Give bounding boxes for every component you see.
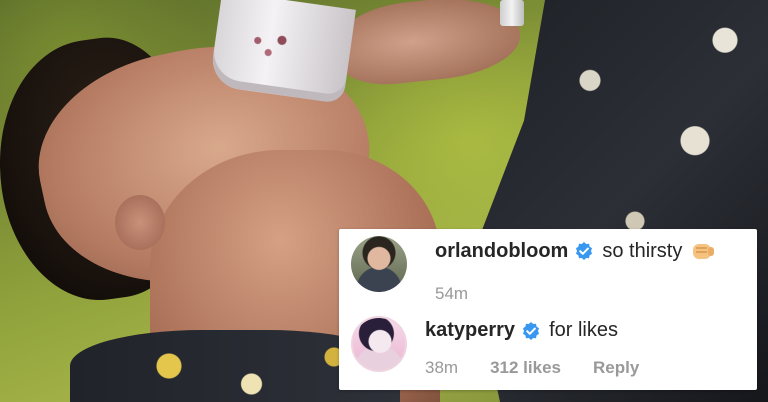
cup-stain — [242, 24, 308, 68]
verified-badge-icon — [523, 321, 540, 340]
comment-text: for likes — [549, 319, 618, 341]
comment-time: 54m — [435, 284, 469, 303]
avatar[interactable] — [351, 236, 407, 292]
reply-button[interactable]: Reply — [593, 358, 639, 378]
photo-hand — [336, 0, 524, 90]
username[interactable]: katyperry — [425, 319, 515, 342]
comment-meta: 38m 312 likes Reply — [425, 358, 639, 378]
username[interactable]: orlandobloom — [435, 240, 568, 263]
comment-orlandobloom: orlandobloom so thirsty 54m — [339, 229, 757, 309]
comment-text-line: katyperry for likes — [425, 319, 618, 342]
fist-bump-icon — [693, 244, 715, 259]
likes-count[interactable]: 312 likes — [490, 358, 561, 378]
photo-watch — [500, 0, 524, 26]
photo-ear — [115, 195, 165, 250]
comment-katyperry: katyperry for likes 38m 312 likes Reply — [339, 309, 757, 389]
verified-badge-icon — [576, 242, 593, 260]
avatar[interactable] — [351, 316, 407, 372]
comment-time: 38m — [425, 358, 459, 377]
comment-meta: 54m — [435, 284, 468, 304]
comment-text: so thirsty — [602, 239, 683, 262]
comment-card: orlandobloom so thirsty 54m katyperry fo… — [339, 229, 757, 390]
comment-text-line: orlandobloom so thirsty — [435, 239, 716, 263]
